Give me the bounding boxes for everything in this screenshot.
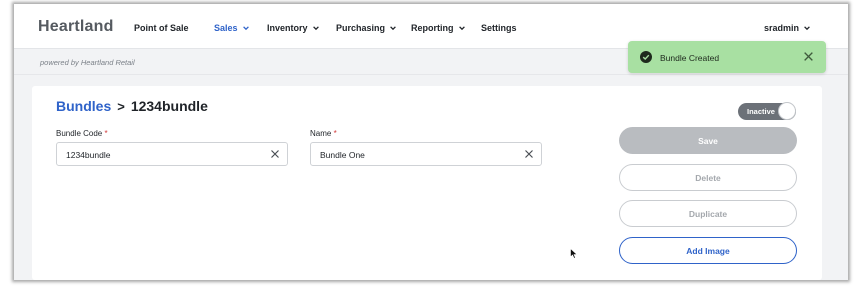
divider bbox=[14, 74, 848, 75]
page-title: 1234bundle bbox=[130, 98, 208, 114]
breadcrumb-separator: > bbox=[117, 98, 125, 114]
toggle-label: Inactive bbox=[747, 107, 775, 116]
nav-point-of-sale-label: Point of Sale bbox=[134, 23, 189, 33]
user-name: sradmin bbox=[764, 23, 800, 33]
nav-reporting-label: Reporting bbox=[411, 23, 454, 33]
bundle-code-label-text: Bundle Code bbox=[56, 129, 103, 138]
name-value: Bundle One bbox=[320, 150, 365, 160]
toast-message: Bundle Created bbox=[660, 53, 720, 63]
required-mark: * bbox=[333, 129, 337, 138]
nav-settings-label: Settings bbox=[481, 23, 517, 33]
toggle-knob bbox=[778, 102, 796, 120]
nav-inventory-label: Inventory bbox=[267, 23, 308, 33]
nav-purchasing-label: Purchasing bbox=[336, 23, 386, 33]
chevron-down-icon bbox=[804, 26, 810, 31]
add-image-button[interactable]: Add Image bbox=[619, 237, 797, 264]
bundle-code-input[interactable]: 1234bundle bbox=[56, 142, 288, 166]
bundle-code-value: 1234bundle bbox=[66, 150, 111, 160]
chevron-down-icon bbox=[458, 26, 465, 31]
nav-inventory[interactable]: Inventory bbox=[267, 23, 320, 33]
delete-button[interactable]: Delete bbox=[619, 164, 797, 191]
nav-sales[interactable]: Sales bbox=[214, 23, 250, 33]
nav-point-of-sale[interactable]: Point of Sale bbox=[134, 23, 189, 33]
required-mark: * bbox=[104, 129, 108, 138]
breadcrumb: Bundles > 1234bundle bbox=[56, 98, 208, 114]
name-label: Name * bbox=[310, 129, 337, 138]
user-menu[interactable]: sradmin bbox=[764, 23, 811, 33]
chevron-down-icon bbox=[390, 26, 396, 31]
nav-purchasing[interactable]: Purchasing bbox=[336, 23, 397, 33]
close-icon[interactable] bbox=[803, 51, 814, 62]
name-input[interactable]: Bundle One bbox=[310, 142, 542, 166]
mouse-cursor-icon bbox=[570, 248, 578, 259]
app-window: Heartland Point of Sale Sales Inventory … bbox=[14, 4, 848, 280]
save-button[interactable]: Save bbox=[619, 127, 797, 154]
nav-settings[interactable]: Settings bbox=[481, 23, 517, 33]
bundle-code-label: Bundle Code * bbox=[56, 129, 108, 138]
clear-icon[interactable] bbox=[524, 149, 534, 159]
clear-icon[interactable] bbox=[270, 149, 280, 159]
success-toast: Bundle Created bbox=[628, 41, 826, 73]
active-toggle[interactable]: Inactive bbox=[738, 102, 796, 120]
breadcrumb-bundles-link[interactable]: Bundles bbox=[56, 98, 111, 114]
chevron-down-icon bbox=[242, 26, 249, 31]
bundle-card: Bundles > 1234bundle Bundle Code * 1234b… bbox=[32, 86, 822, 280]
nav-sales-label: Sales bbox=[214, 23, 238, 33]
check-circle-icon bbox=[640, 51, 652, 63]
name-label-text: Name bbox=[310, 129, 332, 138]
powered-by-text: powered by Heartland Retail bbox=[40, 58, 135, 67]
duplicate-button[interactable]: Duplicate bbox=[619, 200, 797, 227]
heartland-logo[interactable]: Heartland bbox=[38, 18, 114, 36]
nav-reporting[interactable]: Reporting bbox=[411, 23, 466, 33]
chevron-down-icon bbox=[312, 26, 319, 31]
